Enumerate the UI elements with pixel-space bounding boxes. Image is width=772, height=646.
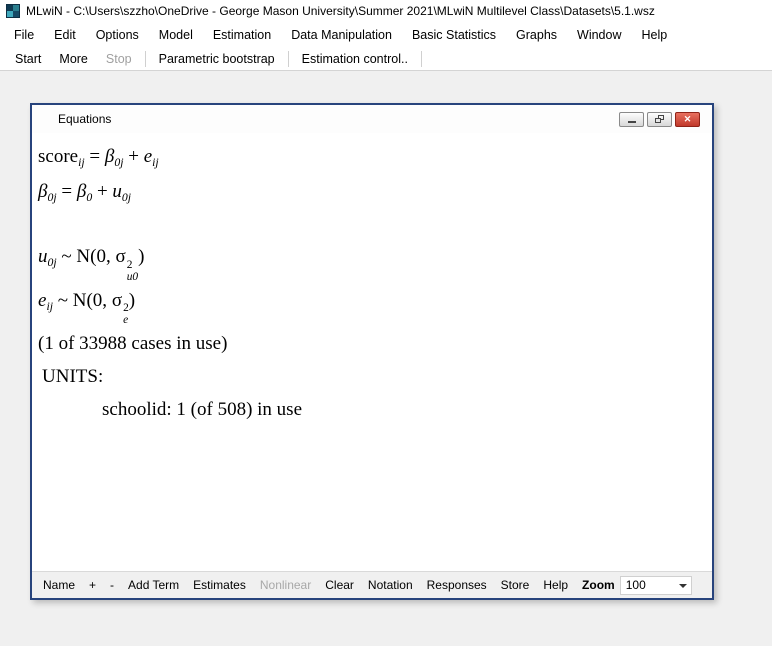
zoom-value: 100 [626, 578, 646, 592]
help-button[interactable]: Help [536, 575, 575, 595]
caption-buttons: ✕ [619, 112, 700, 127]
menu-edit[interactable]: Edit [44, 24, 86, 46]
toolbar-separator [421, 51, 422, 67]
equations-footer: Name + - Add Term Estimates Nonlinear Cl… [32, 571, 712, 598]
minus-button[interactable]: - [103, 575, 121, 595]
equation-line-1[interactable]: scoreij = β0j + eij [38, 140, 704, 175]
response-term: score [38, 146, 78, 167]
menu-basic-statistics[interactable]: Basic Statistics [402, 24, 506, 46]
residual-term: e [144, 146, 152, 167]
units-label: UNITS: [38, 360, 704, 393]
nonlinear-button: Nonlinear [253, 575, 318, 595]
menu-help[interactable]: Help [632, 24, 678, 46]
name-button[interactable]: Name [36, 575, 82, 595]
add-term-button[interactable]: Add Term [121, 575, 186, 595]
menu-data-manipulation[interactable]: Data Manipulation [281, 24, 402, 46]
clear-button[interactable]: Clear [318, 575, 361, 595]
mlwin-app: MLwiN - C:\Users\szzho\OneDrive - George… [0, 0, 772, 646]
equations-window-title: Equations [58, 112, 111, 126]
zoom-label: Zoom [575, 575, 620, 595]
titlebar: MLwiN - C:\Users\szzho\OneDrive - George… [0, 0, 772, 22]
equation-line-3[interactable]: u0j ~ N(0, σ2u0) [38, 240, 704, 284]
estimates-button[interactable]: Estimates [186, 575, 253, 595]
menu-window[interactable]: Window [567, 24, 631, 46]
restore-button[interactable] [647, 112, 672, 127]
equations-titlebar[interactable]: Equations ✕ [32, 105, 712, 133]
menubar: File Edit Options Model Estimation Data … [0, 22, 772, 47]
equations-window: Equations ✕ scoreij = β0j + eij β0j = β0… [30, 103, 714, 600]
notation-button[interactable]: Notation [361, 575, 420, 595]
toolbar-separator [288, 51, 289, 67]
sigma-e-term: σ [112, 290, 122, 311]
equations-content: scoreij = β0j + eij β0j = β0 + u0j u0j ~… [32, 133, 712, 571]
start-button[interactable]: Start [6, 49, 50, 69]
cases-in-use-line: (1 of 33988 cases in use) [38, 327, 704, 360]
close-button[interactable]: ✕ [675, 112, 700, 127]
minimize-icon [628, 121, 636, 123]
toolbar-separator [145, 51, 146, 67]
minimize-button[interactable] [619, 112, 644, 127]
menu-graphs[interactable]: Graphs [506, 24, 567, 46]
zoom-select[interactable]: 100 [620, 576, 692, 595]
equation-line-4[interactable]: eij ~ N(0, σ2e) [38, 284, 704, 328]
more-button[interactable]: More [50, 49, 96, 69]
menu-options[interactable]: Options [86, 24, 149, 46]
store-button[interactable]: Store [494, 575, 537, 595]
mlwin-app-icon [6, 4, 20, 18]
stop-button: Stop [97, 49, 141, 69]
plus-button[interactable]: + [82, 575, 103, 595]
parametric-bootstrap-button[interactable]: Parametric bootstrap [150, 49, 284, 69]
menu-file[interactable]: File [4, 24, 44, 46]
equation-spacer [38, 210, 704, 240]
equation-line-2[interactable]: β0j = β0 + u0j [38, 175, 704, 210]
menu-model[interactable]: Model [149, 24, 203, 46]
mdi-client-area: Equations ✕ scoreij = β0j + eij β0j = β0… [0, 71, 772, 646]
toolbar: Start More Stop Parametric bootstrap Est… [0, 47, 772, 71]
window-title: MLwiN - C:\Users\szzho\OneDrive - George… [26, 4, 655, 18]
sigma-u-term: σ [115, 246, 125, 267]
restore-icon [655, 115, 664, 123]
menu-estimation[interactable]: Estimation [203, 24, 281, 46]
close-icon: ✕ [684, 115, 692, 124]
units-detail-line: schoolid: 1 (of 508) in use [102, 393, 704, 426]
responses-button[interactable]: Responses [420, 575, 494, 595]
chevron-down-icon [679, 584, 687, 588]
beta0j-term: β [105, 146, 114, 167]
estimation-control-button[interactable]: Estimation control.. [293, 49, 417, 69]
